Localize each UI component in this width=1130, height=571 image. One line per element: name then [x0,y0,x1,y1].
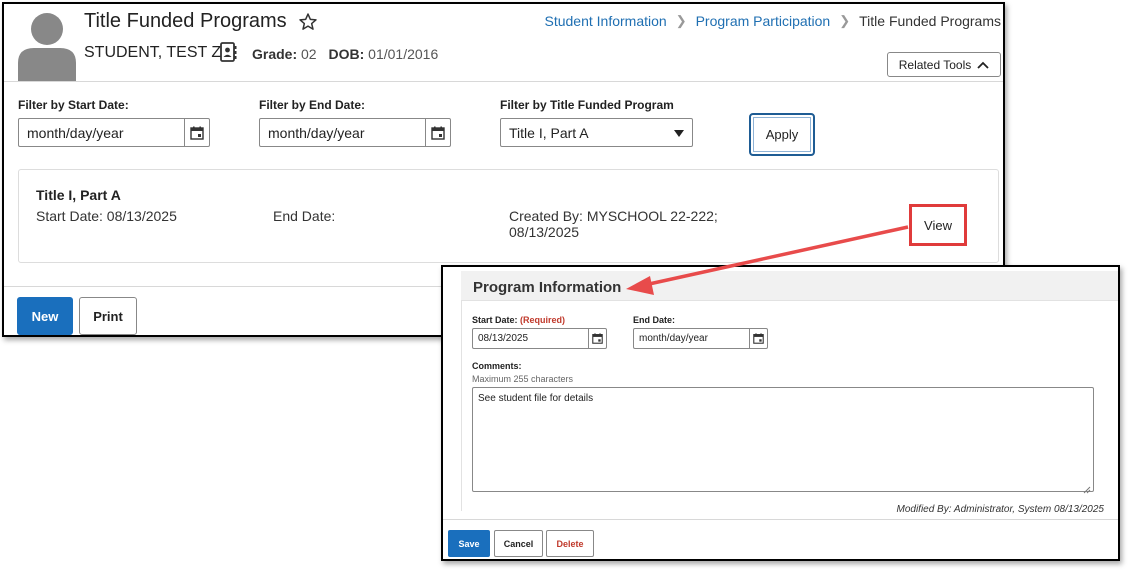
related-tools-label: Related Tools [898,57,972,72]
popup-end-label: End Date: [633,315,676,325]
program-record-card: Title I, Part A Start Date: 08/13/2025 E… [18,169,999,263]
contact-card-icon[interactable] [219,42,237,62]
page-title: Title Funded Programs [84,10,287,32]
breadcrumb-current: Title Funded Programs [859,13,1001,29]
cancel-button[interactable]: Cancel [494,530,543,557]
filter-program-value: Title I, Part A [509,125,589,141]
delete-button[interactable]: Delete [546,530,594,557]
favorite-star-icon[interactable] [298,12,318,32]
grade-value: 02 [301,46,317,62]
view-button[interactable]: View [915,210,961,240]
dob-value: 01/01/2016 [368,46,439,62]
breadcrumb-program-participation[interactable]: Program Participation [696,13,831,29]
calendar-icon[interactable] [588,329,606,348]
popup-start-date-value: 08/13/2025 [478,333,529,344]
apply-button[interactable]: Apply [749,113,815,156]
caret-down-icon [674,130,684,137]
breadcrumb: Student Information ❯ Program Participat… [545,13,1002,29]
program-information-panel: Program Information Start Date: (Require… [441,265,1120,561]
filter-start-date-input[interactable]: month/day/year [18,118,210,147]
popup-start-label-text: Start Date: [472,315,518,325]
breadcrumb-separator-icon: ❯ [675,13,687,28]
breadcrumb-separator-icon: ❯ [839,13,851,28]
record-start-date: Start Date: 08/13/2025 [36,208,177,224]
related-tools-button[interactable]: Related Tools [887,52,1001,77]
filter-start-date-value: month/day/year [27,125,124,141]
required-indicator: (Required) [520,315,566,325]
calendar-icon[interactable] [184,119,209,146]
grade-label: Grade: [252,46,298,62]
popup-end-date-input[interactable]: month/day/year [633,328,768,349]
student-name: STUDENT, TEST Z [84,44,222,61]
comments-value: See student file for details [478,393,594,404]
page-header: Title Funded Programs STUDENT, TEST Z Gr… [4,4,1003,82]
popup-divider [461,301,462,511]
calendar-icon[interactable] [749,329,767,348]
record-end-date: End Date: [273,208,336,224]
calendar-icon[interactable] [425,119,450,146]
modified-by: Modified By: Administrator, System 08/13… [896,504,1104,515]
popup-header: Program Information [461,271,1118,301]
chevron-up-icon [977,58,989,72]
record-created-date: 08/13/2025 [509,224,580,240]
popup-footer: Save Cancel Delete [443,519,1118,559]
filter-program-select[interactable]: Title I, Part A [500,118,693,147]
record-title: Title I, Part A [36,187,121,203]
popup-end-date-value: month/day/year [639,333,708,344]
popup-start-date-input[interactable]: 08/13/2025 [472,328,607,349]
record-created-by: Created By: MYSCHOOL 22-222; [509,208,718,224]
filter-start-label: Filter by Start Date: [18,98,129,112]
student-avatar-icon [18,11,76,81]
view-annotation-highlight: View [909,204,967,246]
filter-end-date-input[interactable]: month/day/year [259,118,451,147]
filter-end-date-value: month/day/year [268,125,365,141]
breadcrumb-student-information[interactable]: Student Information [545,13,667,29]
resize-grip-icon[interactable] [1083,481,1091,494]
save-button[interactable]: Save [448,530,490,557]
comments-textarea[interactable]: See student file for details [472,387,1094,494]
filter-end-label: Filter by End Date: [259,98,366,112]
student-meta: Grade: 02 DOB: 01/01/2016 [252,46,438,62]
new-button[interactable]: New [17,297,73,335]
filter-program-label: Filter by Title Funded Program [500,98,674,112]
comments-label: Comments: [472,361,522,371]
print-button[interactable]: Print [79,297,137,335]
dob-label: DOB: [328,46,365,62]
popup-title: Program Information [473,279,622,296]
popup-start-label: Start Date: (Required) [472,315,565,325]
comments-hint: Maximum 255 characters [472,374,574,384]
